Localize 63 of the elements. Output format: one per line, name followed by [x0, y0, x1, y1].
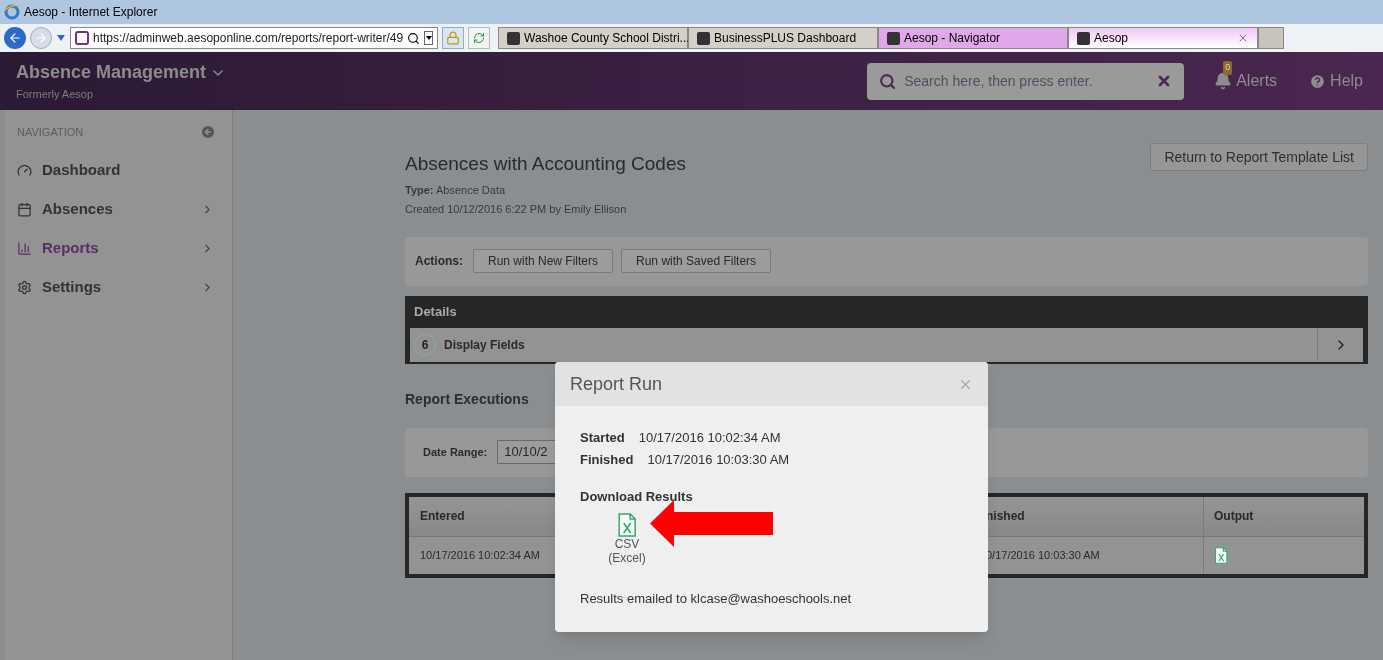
back-arrow-icon: [8, 31, 22, 45]
dialog-title: Report Run: [570, 372, 663, 396]
search-icon[interactable]: [407, 31, 421, 45]
tab-favicon-icon: [1077, 31, 1090, 45]
date-range-label: Date Range:: [423, 444, 488, 460]
search-field[interactable]: Search here, then press enter.: [867, 62, 1185, 100]
display-fields-row[interactable]: 6 Display Fields: [410, 327, 1363, 362]
tab-favicon-icon: [887, 31, 900, 45]
address-field[interactable]: https://adminweb.aesoponline.com/reports/report-writer/49: [70, 27, 438, 49]
actions-label: Actions:: [415, 253, 463, 270]
tab-favicon-icon: [507, 31, 520, 45]
finished-time: 10/17/2016 10:03:30 AM: [647, 450, 790, 469]
url-text: https://adminweb.aesoponline.com/reports/report-writer/49: [93, 30, 404, 47]
lock-icon[interactable]: [442, 27, 464, 49]
browser-tab[interactable]: Aesop: [1068, 27, 1258, 49]
column-header: Entered: [419, 508, 466, 525]
browser-tab[interactable]: Washoe County School Distri...: [498, 27, 688, 49]
dashboard-gauge-icon: [17, 162, 32, 178]
app-name[interactable]: Absence Management: [16, 59, 207, 87]
action-button[interactable]: Run with New Filters: [473, 249, 614, 273]
created-info: Created 10/12/2016 6:22 PM by Emily Ellison: [405, 202, 628, 217]
table-cell-text: 10/17/2016 10:02:34 AM: [419, 547, 541, 563]
report-title: Absences with Accounting Codes: [405, 152, 686, 176]
spreadsheet-download-icon[interactable]: [1214, 546, 1229, 564]
forward-arrow-icon: [34, 31, 48, 45]
sidebar-item[interactable]: Dashboard: [5, 150, 232, 190]
email-note: Results emailed to klcase@washoeschools.net: [580, 589, 853, 608]
browser-logo-icon: [4, 4, 20, 20]
action-button[interactable]: Run with Saved Filters: [621, 249, 772, 273]
bell-icon[interactable]: [1214, 72, 1233, 90]
sidebar-item[interactable]: Absences: [5, 189, 232, 229]
details-heading: Details: [414, 302, 457, 321]
report-type: Type: Absence Data: [405, 182, 507, 198]
download-heading: Download Results: [580, 488, 694, 506]
refresh-icon[interactable]: [468, 27, 490, 49]
browser-tab[interactable]: BusinessPLUS Dashboard: [688, 27, 878, 49]
back-button[interactable]: [4, 27, 26, 49]
csv-download-link[interactable]: CSV (Excel): [602, 512, 652, 565]
collapse-icon[interactable]: [200, 124, 216, 141]
search-icon: [879, 72, 897, 90]
site-logo-icon: [75, 31, 89, 45]
app-subtitle: Formerly Aesop: [16, 87, 95, 103]
help-link[interactable]: Help: [1330, 69, 1363, 93]
spreadsheet-file-icon: [616, 512, 638, 537]
dropdown-icon[interactable]: [56, 34, 66, 42]
browser-tab[interactable]: Aesop - Navigator: [878, 27, 1068, 49]
alert-count-badge: 0: [1223, 61, 1233, 75]
settings-icon: [17, 279, 32, 295]
sidebar-item[interactable]: Settings: [5, 267, 232, 307]
executions-heading: Report Executions: [405, 389, 530, 409]
calendar-icon: [17, 201, 32, 217]
bar-chart-icon: [17, 240, 32, 256]
return-button[interactable]: Return to Report Template List: [1150, 143, 1368, 171]
help-icon[interactable]: [1309, 72, 1327, 90]
caret-icon[interactable]: [424, 31, 433, 45]
started-time: 10/17/2016 10:02:34 AM: [638, 429, 781, 447]
alerts-link[interactable]: Alerts: [1236, 69, 1278, 93]
display-fields-label: Display Fields: [444, 336, 525, 354]
window-title: Aesop - Internet Explorer: [24, 4, 158, 21]
close-tab-icon[interactable]: [1237, 32, 1249, 44]
sidebar-item[interactable]: Reports: [5, 228, 232, 268]
column-header: Output: [1213, 508, 1255, 525]
tab-favicon-icon: [697, 31, 710, 45]
